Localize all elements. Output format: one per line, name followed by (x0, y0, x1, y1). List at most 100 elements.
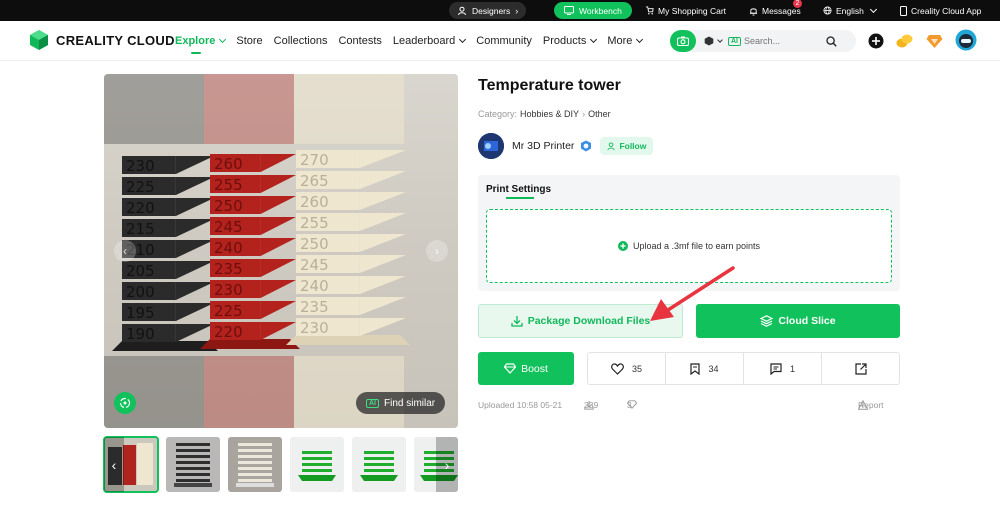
thumbnail-1[interactable]: ‹ (103, 436, 159, 493)
download-icon (511, 316, 523, 327)
chevron-down-icon (636, 35, 644, 44)
boost-count: 3 (627, 400, 632, 410)
collect-button[interactable]: 34 (666, 353, 744, 384)
upload-plus-button[interactable] (867, 32, 885, 50)
chevron-down-icon[interactable] (717, 36, 723, 43)
upload-3mf-dropzone[interactable]: Upload a .3mf file to earn points (486, 209, 892, 283)
boost-label: Boost (521, 362, 548, 375)
tower-temperature-label: 250 (214, 197, 243, 215)
author-avatar[interactable] (478, 133, 504, 159)
workbench-button[interactable]: Workbench (554, 2, 632, 19)
model-main-image[interactable]: 230 225 220 215 210 205 200 195 190 260 255 250 245 2… (104, 74, 458, 428)
thumbnail-4[interactable] (290, 437, 344, 492)
follow-button[interactable]: Follow (600, 137, 654, 155)
tower-temperature-label: 195 (126, 304, 155, 322)
package-download-button[interactable]: Package Download Files (478, 304, 683, 338)
tower-temperature-label: 270 (300, 151, 329, 169)
ai-badge: AI (366, 398, 379, 408)
diamond-button[interactable] (925, 32, 943, 50)
nav-collections-label: Collections (273, 35, 328, 47)
nav-more[interactable]: More (607, 35, 644, 47)
print-settings-panel: Print Settings Upload a .3mf file to ear… (478, 175, 900, 291)
nav-leaderboard[interactable]: Leaderboard (393, 35, 467, 47)
chevron-left-icon: ‹ (123, 244, 127, 258)
share-icon (854, 362, 867, 375)
next-image-button[interactable]: › (426, 240, 448, 262)
thumbnails-next-button[interactable]: › (436, 437, 458, 492)
workbench-label: Workbench (579, 5, 622, 16)
tower-temperature-label: 240 (300, 277, 329, 295)
tower-temperature-label: 230 (126, 157, 155, 175)
category-link[interactable]: Hobbies & DIY (520, 109, 579, 119)
boost-stat: 3 (627, 400, 637, 410)
comment-button[interactable]: 1 (744, 353, 822, 384)
comment-icon (770, 362, 782, 375)
tower-temperature-label: 215 (126, 220, 155, 238)
diamond-icon (926, 34, 942, 48)
cloud-slice-label: Cloud Slice (778, 315, 836, 327)
nav-store[interactable]: Store (236, 35, 262, 47)
app-download-link[interactable]: Creality Cloud App (900, 0, 981, 21)
follow-label: Follow (619, 141, 647, 151)
print-settings-heading: Print Settings (486, 184, 552, 199)
model-meta: Uploaded 10:58 05-21 239 3 Report (478, 400, 900, 412)
ar-view-button[interactable] (114, 392, 136, 414)
workbench-icon (564, 6, 574, 15)
share-button[interactable] (822, 353, 899, 384)
nav-products-label: Products (542, 35, 587, 47)
nav-menu: Explore Store Collections Contests Leade… (175, 21, 653, 61)
search-icon[interactable] (826, 35, 837, 47)
like-button[interactable]: 35 (588, 353, 666, 384)
user-avatar-button[interactable] (955, 29, 977, 51)
tower-temperature-label: 230 (300, 319, 329, 337)
plus-circle-icon (617, 241, 628, 251)
chevron-right-icon: › (515, 5, 519, 16)
model-filter-icon[interactable] (704, 36, 714, 46)
messages-link[interactable]: Messages 2 (749, 0, 802, 21)
thumbnail-3[interactable] (228, 437, 282, 492)
nav-collections[interactable]: Collections (274, 35, 328, 47)
temperature-tower-photo: 2302252202152102052001951902602552502452… (104, 74, 458, 428)
thumbnails-prev-button[interactable]: ‹ (104, 437, 124, 492)
coins-button[interactable] (895, 32, 913, 50)
thumbnail-2[interactable] (166, 437, 220, 492)
main-nav: CREALITY CLOUD Explore Store Collections… (0, 21, 1000, 61)
tower-temperature-label: 220 (126, 199, 155, 217)
prev-image-button[interactable]: ‹ (114, 240, 136, 262)
designers-button[interactable]: Designers › (449, 2, 527, 19)
thumbnail-strip: ‹ › (103, 436, 458, 493)
image-search-button[interactable] (670, 30, 696, 52)
thumbnail-5[interactable] (352, 437, 406, 492)
nav-products[interactable]: Products (542, 35, 598, 47)
tower-temperature-label: 190 (126, 325, 155, 343)
search-input[interactable] (744, 36, 824, 46)
author-name[interactable]: Mr 3D Printer (512, 140, 574, 152)
thumbnail-6[interactable]: › (414, 437, 458, 492)
nav-community-label: Community (476, 35, 532, 47)
chevron-down-icon (869, 5, 877, 13)
language-selector[interactable]: English (823, 0, 877, 21)
brand-logo[interactable]: CREALITY CLOUD (28, 29, 175, 51)
report-label: Report (858, 400, 884, 410)
find-similar-button[interactable]: AI Find similar (356, 392, 446, 414)
tower-temperature-label: 225 (214, 302, 243, 320)
shopping-cart-link[interactable]: My Shopping Cart (645, 0, 726, 21)
thumbnail-image (228, 437, 282, 492)
nav-contests[interactable]: Contests (338, 35, 381, 47)
chevron-down-icon (590, 35, 598, 44)
tower-temperature-label: 225 (126, 178, 155, 196)
nav-contests-label: Contests (338, 35, 382, 47)
nav-community[interactable]: Community (476, 35, 532, 47)
report-link[interactable]: Report (858, 400, 884, 410)
tower-temperature-label: 235 (214, 260, 243, 278)
boost-button[interactable]: Boost (478, 352, 574, 385)
subcategory-link[interactable]: Other (588, 109, 611, 119)
nav-explore[interactable]: Explore (175, 35, 227, 54)
nav-more-label: More (607, 35, 633, 47)
layers-icon (760, 315, 774, 327)
comment-count: 1 (789, 363, 795, 374)
upload-date: Uploaded 10:58 05-21 (478, 400, 563, 410)
cloud-slice-button[interactable]: Cloud Slice (696, 304, 900, 338)
chevron-left-icon: ‹ (111, 456, 117, 473)
designers-label: Designers (472, 5, 511, 16)
